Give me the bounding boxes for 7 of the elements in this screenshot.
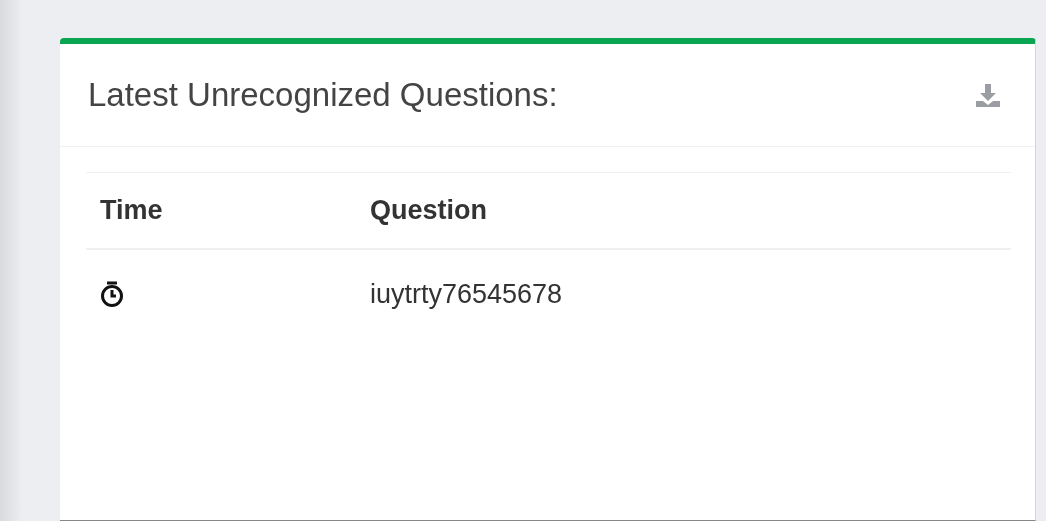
column-header: Question xyxy=(356,172,1011,249)
question-cell: iuytrty76545678 xyxy=(370,278,563,310)
column-header: Time xyxy=(86,172,356,249)
stopwatch-icon xyxy=(100,280,124,308)
download-button[interactable] xyxy=(975,82,1001,108)
panel-title: Latest Unrecognized Questions: xyxy=(88,76,558,114)
download-icon xyxy=(975,82,1001,108)
